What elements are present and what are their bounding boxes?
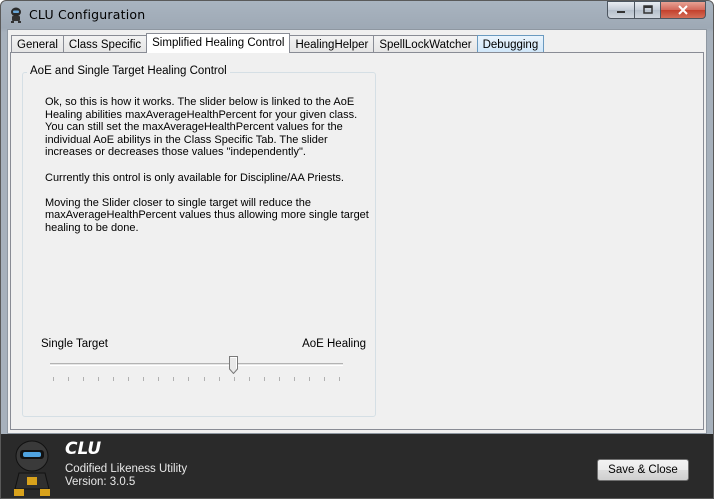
maximize-button[interactable] — [634, 1, 660, 19]
slider-ticks — [53, 377, 340, 381]
description-paragraph: Ok, so this is how it works. The slider … — [45, 96, 358, 159]
healing-balance-slider[interactable] — [50, 355, 343, 385]
slider-tick — [218, 377, 220, 381]
client-area: General Class Specific Simplified Healin… — [7, 29, 707, 434]
slider-tick — [113, 377, 115, 381]
slider-tick — [53, 377, 54, 381]
tab-class-specific[interactable]: Class Specific — [62, 35, 147, 53]
slider-tick — [143, 377, 145, 381]
tab-healinghelper[interactable]: HealingHelper — [290, 35, 374, 53]
slider-tick — [339, 377, 340, 381]
slider-tick — [158, 377, 160, 381]
slider-tick — [233, 377, 235, 381]
minimize-icon — [617, 11, 625, 13]
description-text: Ok, so this is how it works. The slider … — [45, 96, 370, 247]
footer-bar: CLU Codified Likeness Utility Version: 3… — [1, 434, 713, 498]
tab-debugging[interactable]: Debugging — [476, 35, 545, 53]
slider-tick — [68, 377, 70, 381]
groupbox-title: AoE and Single Target Healing Control — [27, 65, 230, 77]
slider-thumb[interactable] — [228, 356, 238, 374]
window-controls — [607, 1, 706, 19]
slider-tick — [173, 377, 175, 381]
slider-tick — [323, 377, 325, 381]
slider-tick — [293, 377, 295, 381]
slider-tick — [203, 377, 205, 381]
window-title: CLU Configuration — [29, 7, 146, 22]
aoe-healing-label: AoE Healing — [302, 338, 366, 350]
minimize-button[interactable] — [607, 1, 634, 19]
title-bar[interactable]: CLU Configuration — [1, 1, 713, 29]
slider-tick — [83, 377, 85, 381]
tab-general[interactable]: General — [11, 35, 63, 53]
slider-track[interactable] — [50, 363, 343, 366]
description-paragraph: Currently this ontrol is only available … — [45, 171, 344, 184]
slider-tick — [128, 377, 130, 381]
healing-control-groupbox: AoE and Single Target Healing Control Ok… — [22, 65, 376, 417]
tab-strip: General Class Specific Simplified Healin… — [11, 33, 545, 53]
clu-robot-logo — [14, 440, 50, 496]
close-icon — [678, 5, 688, 15]
tab-page-simplified-healing: AoE and Single Target Healing Control Ok… — [10, 52, 704, 430]
slider-tick — [278, 377, 280, 381]
slider-tick — [248, 377, 250, 381]
app-version: Version: 3.0.5 — [65, 476, 136, 488]
close-button[interactable] — [660, 1, 706, 19]
robot-app-icon — [11, 7, 21, 23]
slider-tick — [188, 377, 190, 381]
configuration-window: CLU Configuration General Class Specific… — [0, 0, 714, 499]
save-close-button[interactable]: Save & Close — [597, 459, 689, 481]
slider-tick — [263, 377, 265, 381]
slider-tick — [308, 377, 310, 381]
single-target-label: Single Target — [41, 338, 108, 350]
app-subtitle: Codified Likeness Utility — [65, 463, 188, 475]
app-name: CLU — [65, 439, 102, 459]
slider-tick — [98, 377, 100, 381]
tab-spelllockwatcher[interactable]: SpellLockWatcher — [373, 35, 477, 53]
tab-simplified-healing-control[interactable]: Simplified Healing Control — [146, 33, 291, 53]
description-paragraph: Moving the Slider closer to single targe… — [45, 196, 369, 234]
maximize-icon — [642, 5, 653, 14]
